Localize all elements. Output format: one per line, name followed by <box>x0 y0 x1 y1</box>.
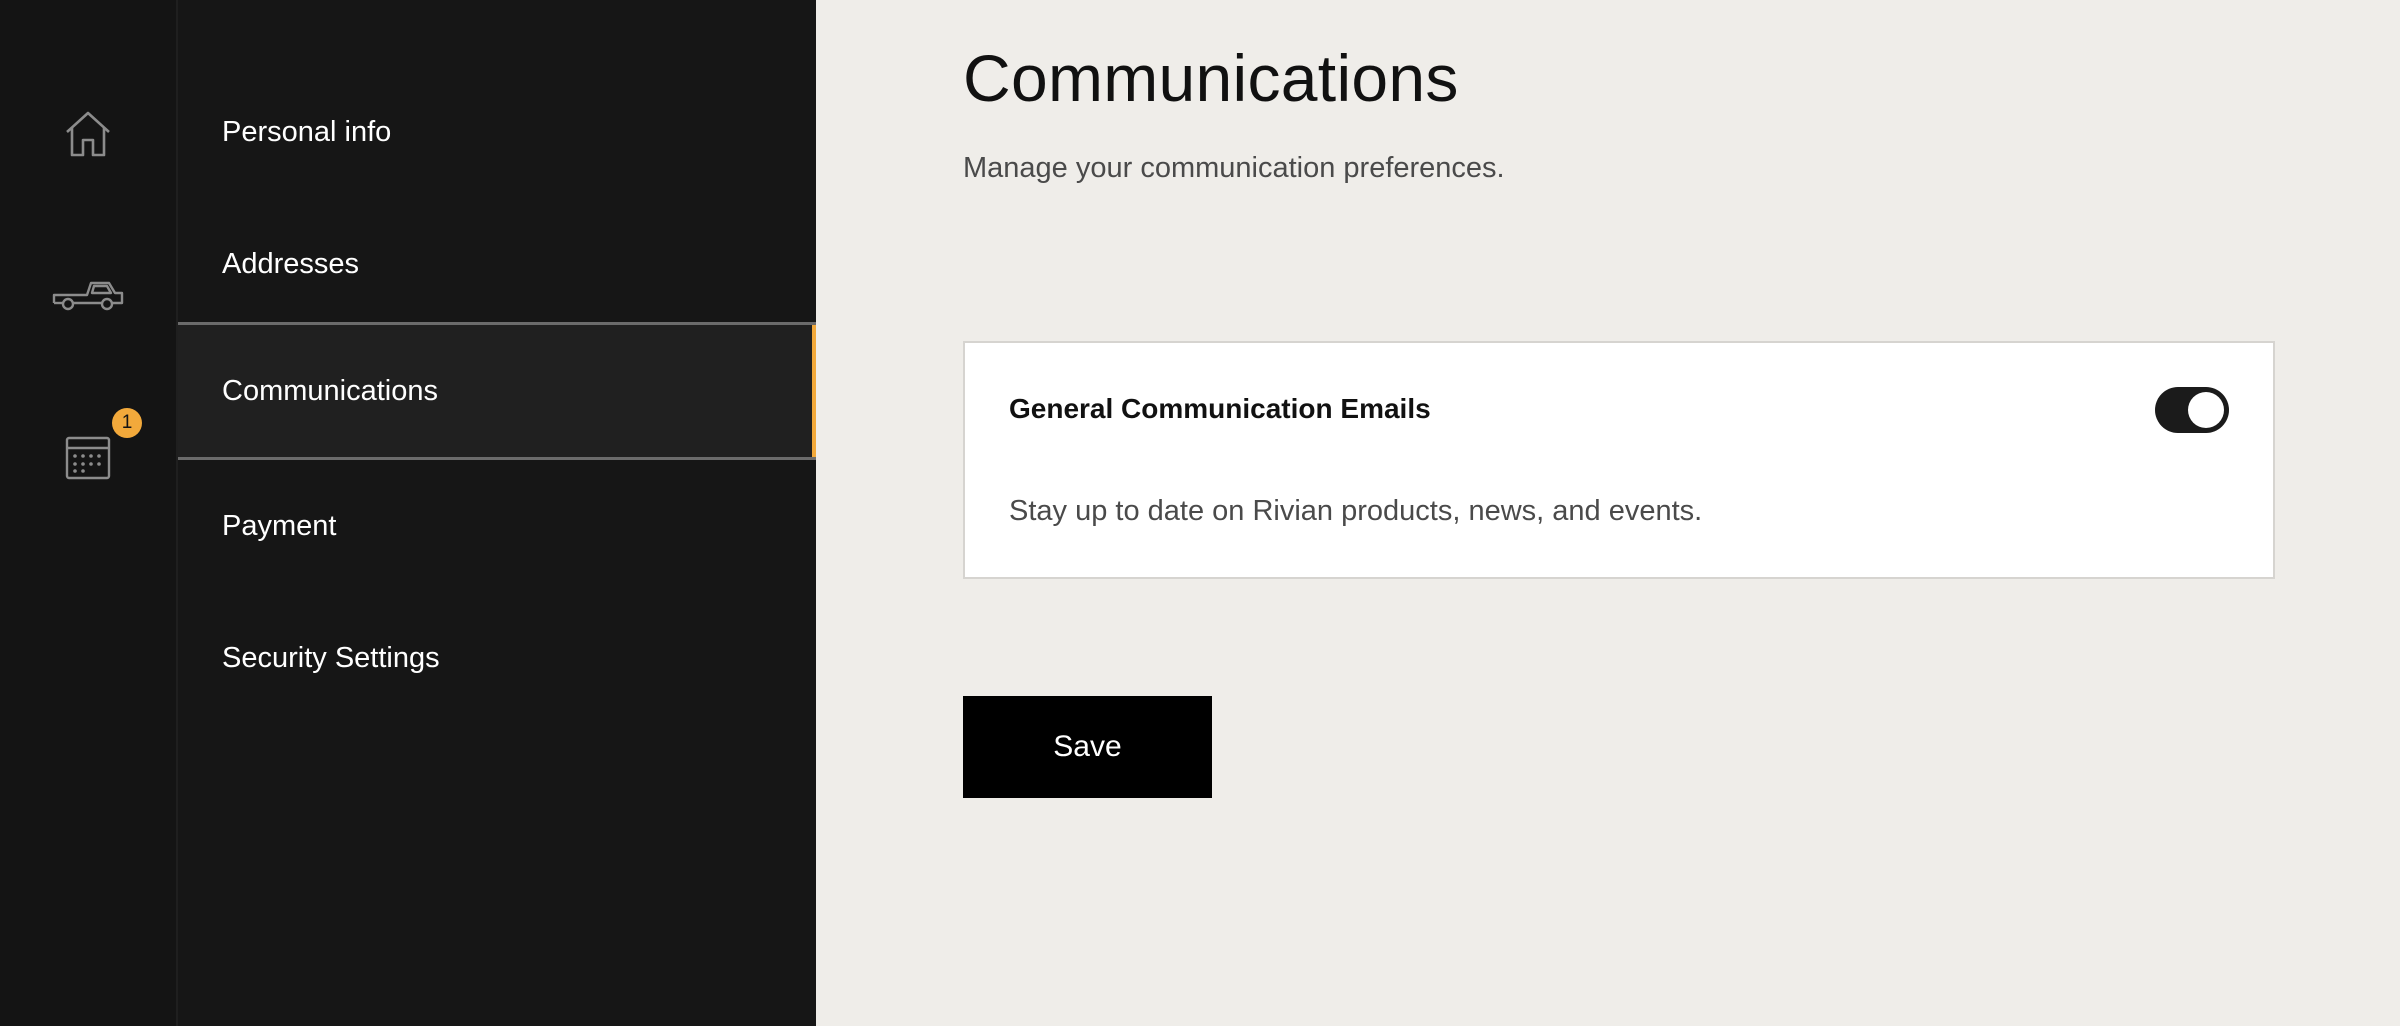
rail-calendar-button[interactable]: 1 <box>28 398 148 518</box>
preference-title: General Communication Emails <box>1009 393 1431 424</box>
subnav-item-label: Security Settings <box>222 641 440 674</box>
page-subtitle: Manage your communication preferences. <box>963 152 1505 184</box>
general-emails-toggle[interactable] <box>2155 387 2229 433</box>
subnav-item-label: Communications <box>222 374 438 407</box>
save-button[interactable]: Save <box>963 696 1212 798</box>
preference-card: General Communication Emails Stay up to … <box>963 341 2275 579</box>
account-subnav: Personal info Addresses Communications P… <box>178 0 816 1026</box>
subnav-item-label: Personal info <box>222 115 392 148</box>
subnav-item-label: Addresses <box>222 247 360 280</box>
subnav-item-communications[interactable]: Communications <box>178 322 816 460</box>
toggle-knob <box>2188 392 2224 428</box>
truck-icon <box>51 277 125 317</box>
main-content: Communications Manage your communication… <box>816 0 2400 1026</box>
calendar-icon <box>64 434 112 482</box>
subnav-item-addresses[interactable]: Addresses <box>178 198 816 330</box>
rail-home-button[interactable] <box>28 74 148 194</box>
subnav-item-label: Payment <box>222 509 337 542</box>
home-icon <box>63 110 113 158</box>
subnav-item-payment[interactable]: Payment <box>178 460 816 592</box>
icon-rail: 1 <box>0 0 178 1026</box>
subnav-item-personal-info[interactable]: Personal info <box>178 66 816 198</box>
preference-description: Stay up to date on Rivian products, news… <box>1009 495 1703 527</box>
notification-badge: 1 <box>112 408 142 438</box>
page-title: Communications <box>963 41 1459 115</box>
rail-vehicle-button[interactable] <box>28 237 148 357</box>
subnav-item-security-settings[interactable]: Security Settings <box>178 592 816 724</box>
